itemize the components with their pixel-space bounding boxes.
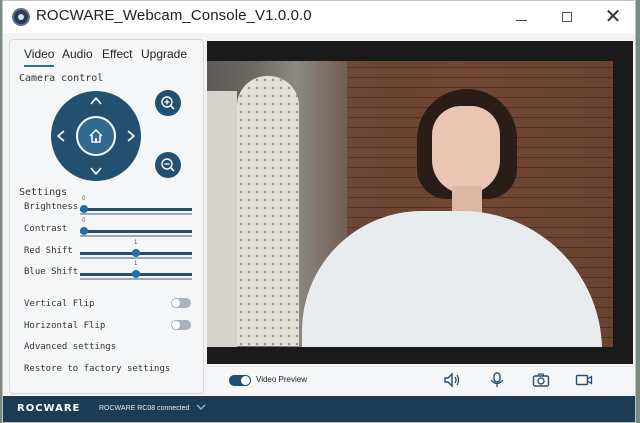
slider-track	[80, 230, 192, 233]
video-record-icon	[575, 374, 593, 386]
chevron-right-icon	[127, 130, 136, 142]
rocware-logo: ROCWARE	[17, 403, 81, 414]
horizontal-flip-label: Horizontal Flip	[24, 321, 106, 331]
person-face	[432, 106, 500, 194]
pan-right-button[interactable]	[124, 129, 138, 143]
advanced-settings-link[interactable]: Advanced settings	[24, 342, 116, 352]
pegboard-panel	[237, 76, 299, 346]
slider-thumb[interactable]	[132, 270, 140, 278]
tab-upgrade[interactable]: Upgrade	[141, 47, 187, 61]
brightness-value: 0	[82, 196, 86, 202]
pan-down-button[interactable]	[89, 164, 103, 178]
slider-thumb[interactable]	[132, 249, 140, 257]
pan-left-button[interactable]	[54, 129, 68, 143]
video-preview-toggle[interactable]	[229, 375, 251, 386]
blue-shift-label: Blue Shift	[24, 267, 79, 277]
zoom-in-button[interactable]	[155, 90, 181, 116]
contrast-slider[interactable]: 0	[80, 218, 192, 240]
speaker-icon	[444, 372, 460, 388]
horizontal-flip-toggle[interactable]	[171, 320, 191, 330]
zoom-out-icon	[161, 158, 175, 172]
contrast-label: Contrast	[24, 224, 68, 234]
slider-thumb[interactable]	[80, 205, 88, 213]
maximize-button[interactable]	[544, 1, 590, 33]
chevron-left-icon	[56, 130, 65, 142]
red-shift-slider[interactable]: 1	[80, 240, 192, 262]
maximize-icon	[562, 12, 572, 22]
red-shift-value: 1	[134, 240, 138, 246]
window-title: ROCWARE_Webcam_Console_V1.0.0.0	[36, 7, 312, 24]
app-window: ROCWARE_Webcam_Console_V1.0.0.0 ✕ Video …	[2, 0, 636, 423]
pegboard-panel	[207, 91, 237, 347]
microphone-button[interactable]	[488, 372, 506, 388]
slider-track	[80, 208, 192, 211]
microphone-icon	[490, 372, 504, 387]
ptz-dpad	[51, 91, 141, 181]
camera-icon	[532, 373, 550, 387]
chevron-down-icon	[196, 404, 206, 410]
home-icon	[89, 128, 103, 143]
title-bar: ROCWARE_Webcam_Console_V1.0.0.0 ✕	[3, 1, 635, 33]
preview-toolbar: Video Preview	[207, 366, 635, 394]
vertical-flip-label: Vertical Flip	[24, 299, 95, 309]
zoom-out-button[interactable]	[155, 152, 181, 178]
minimize-icon	[515, 20, 527, 21]
contrast-value: 0	[82, 218, 86, 224]
snapshot-button[interactable]	[532, 372, 550, 388]
zoom-in-icon	[161, 96, 175, 110]
chevron-up-icon	[90, 96, 102, 105]
vertical-flip-toggle[interactable]	[171, 298, 191, 308]
settings-title: Settings	[19, 187, 68, 198]
video-preview	[207, 41, 633, 364]
slider-track-secondary	[80, 278, 192, 280]
home-position-button[interactable]	[76, 116, 116, 156]
webcam-app-icon	[12, 8, 30, 26]
chevron-down-icon	[90, 167, 102, 176]
minimize-button[interactable]	[498, 1, 544, 33]
slider-track-secondary	[80, 257, 192, 259]
pan-up-button[interactable]	[89, 94, 103, 108]
tab-effect[interactable]: Effect	[102, 47, 132, 61]
slider-thumb[interactable]	[80, 227, 88, 235]
slider-track-secondary	[80, 213, 192, 215]
red-shift-label: Red Shift	[24, 246, 73, 256]
device-dropdown-button[interactable]	[196, 402, 206, 415]
webcam-video-frame	[207, 61, 613, 347]
slider-track-secondary	[80, 235, 192, 237]
record-video-button[interactable]	[575, 372, 593, 388]
tab-audio[interactable]: Audio	[62, 47, 93, 61]
tab-video[interactable]: Video	[24, 47, 55, 67]
restore-factory-settings-link[interactable]: Restore to factory settings	[24, 364, 170, 374]
speaker-button[interactable]	[443, 372, 461, 388]
status-bar: ROCWARE ROCWARE RC08 connected	[3, 396, 635, 422]
brightness-label: Brightness	[24, 202, 79, 212]
brightness-slider[interactable]: 0	[80, 196, 192, 218]
blue-shift-slider[interactable]: 1	[80, 261, 192, 283]
video-preview-label: Video Preview	[256, 375, 307, 384]
connection-status: ROCWARE RC08 connected	[99, 405, 190, 412]
close-icon: ✕	[604, 6, 622, 28]
close-button[interactable]: ✕	[590, 1, 635, 33]
camera-control-title: Camera control	[19, 73, 104, 84]
control-panel: Video Audio Effect Upgrade Camera contro…	[9, 39, 204, 394]
blue-shift-value: 1	[134, 261, 138, 267]
